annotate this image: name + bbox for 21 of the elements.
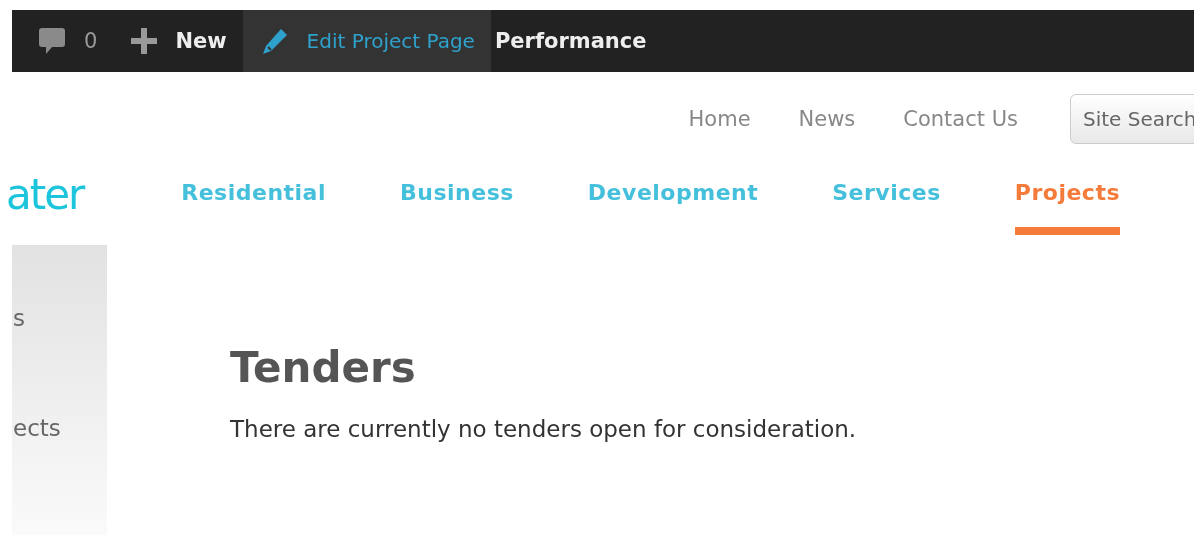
pencil-icon [260, 27, 289, 55]
main-nav-tab[interactable]: Business [400, 156, 514, 235]
logo-text: ater [6, 170, 86, 219]
plus-icon [131, 28, 158, 54]
main-nav-tab[interactable]: Services [832, 156, 941, 235]
admin-bar-item[interactable]: Edit Project Page [242, 10, 491, 72]
page-heading: Tenders [230, 343, 417, 392]
top-nav-link[interactable]: Contact Us [903, 107, 1018, 131]
admin-bar-item[interactable]: New [127, 10, 243, 72]
admin-bar-item[interactable]: 0 [34, 10, 128, 72]
main-nav-tab[interactable]: Residential [181, 156, 326, 235]
top-nav-link[interactable]: Home [688, 107, 751, 131]
main-nav-tab[interactable]: Projects [1014, 156, 1120, 235]
top-nav-link[interactable]: News [798, 107, 856, 131]
speech-bubble-icon [38, 26, 66, 56]
body-text: There are currently no tenders open for consideration. [230, 416, 857, 442]
search-field[interactable]: Site Search [1070, 94, 1194, 144]
sidebar-item[interactable]: ects [12, 415, 107, 465]
admin-bar-item[interactable]: Performance [490, 10, 663, 72]
sidebar-item[interactable]: s [12, 305, 107, 355]
main-nav-tab[interactable]: Development [587, 156, 759, 235]
